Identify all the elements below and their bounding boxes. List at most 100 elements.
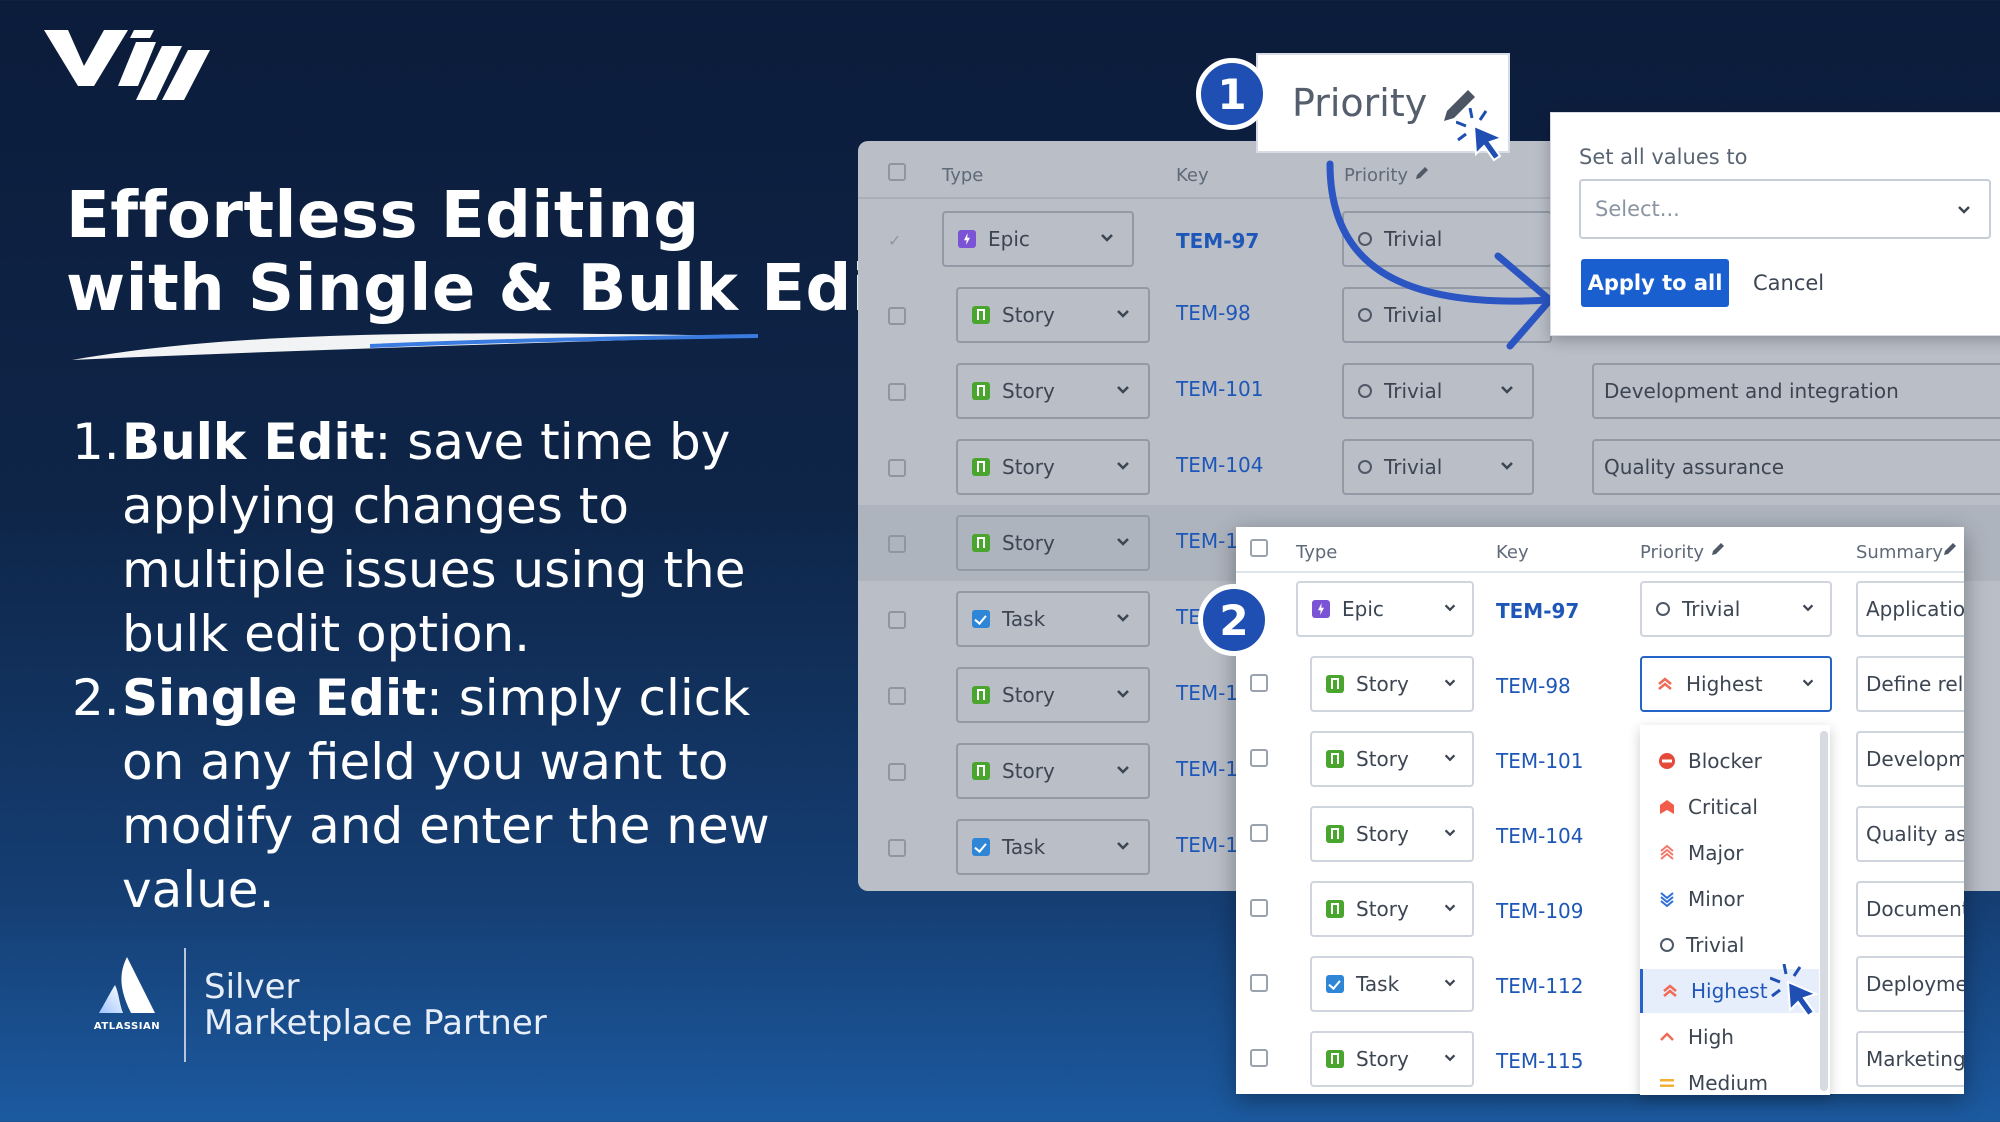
- issue-key-link[interactable]: TEM-101: [1496, 749, 1584, 773]
- row-checkbox[interactable]: [1250, 674, 1268, 692]
- priority-option-medium[interactable]: Medium: [1640, 1061, 1816, 1095]
- vij-logo: [44, 30, 210, 100]
- summary-field[interactable]: Marketing: [1856, 1031, 1964, 1087]
- story-icon: [972, 382, 990, 400]
- issue-key-link[interactable]: TEM-104: [1496, 824, 1584, 848]
- type-select[interactable]: Story: [1310, 806, 1474, 862]
- chevron-down-icon: [1117, 462, 1129, 470]
- issue-key-link[interactable]: TEM-97: [1496, 599, 1579, 623]
- chevron-down-icon: [1444, 829, 1456, 837]
- trivial-icon: [1358, 460, 1372, 474]
- priority-option-critical[interactable]: Critical: [1640, 785, 1816, 829]
- high-priority-icon: [1660, 1032, 1674, 1041]
- issue-key-link[interactable]: TEM-104: [1176, 453, 1264, 477]
- row-checkbox[interactable]: [1250, 1049, 1268, 1067]
- row-checkbox[interactable]: [888, 763, 906, 781]
- row-checkbox[interactable]: [888, 687, 906, 705]
- type-select[interactable]: Story: [956, 439, 1150, 495]
- row-checkbox[interactable]: [888, 611, 906, 629]
- priority-select[interactable]: Trivial: [1342, 363, 1534, 419]
- row-checkbox[interactable]: [888, 535, 906, 553]
- row-checkbox[interactable]: [888, 383, 906, 401]
- chevron-down-icon: [1117, 386, 1129, 394]
- issue-key-link[interactable]: TEM-97: [1176, 229, 1259, 253]
- feature-list: 1. Bulk Edit: save time by applying chan…: [72, 410, 792, 922]
- issue-key-link[interactable]: TEM-101: [1176, 377, 1264, 401]
- row-checkbox[interactable]: [888, 307, 906, 325]
- issue-key-link[interactable]: TEM-109: [1496, 899, 1584, 923]
- summary-field[interactable]: Document: [1856, 881, 1964, 937]
- issue-key-link[interactable]: TEM-115: [1496, 1049, 1584, 1073]
- type-select[interactable]: Task: [956, 819, 1150, 875]
- type-select[interactable]: Story: [956, 743, 1150, 799]
- trivial-icon: [1656, 602, 1670, 616]
- chevron-down-icon: [1117, 538, 1129, 546]
- table-row: Story TEM-98 Highest Define relea: [1236, 652, 1964, 727]
- issue-key-link[interactable]: TEM-98: [1176, 301, 1251, 325]
- type-select[interactable]: Task: [1310, 956, 1474, 1012]
- epic-icon: [958, 230, 976, 248]
- type-select[interactable]: Story: [1310, 881, 1474, 937]
- trivial-icon: [1660, 938, 1674, 952]
- apply-to-all-button[interactable]: Apply to all: [1581, 259, 1729, 307]
- type-select[interactable]: Story: [1310, 1031, 1474, 1087]
- summary-field[interactable]: Quality ass: [1856, 806, 1964, 862]
- chevron-down-icon: [1802, 604, 1814, 612]
- type-select[interactable]: Epic: [1296, 581, 1474, 637]
- issue-key-link[interactable]: TEM-1: [1176, 681, 1238, 705]
- issue-key-link[interactable]: TEM-1: [1176, 757, 1238, 781]
- summary-field[interactable]: Development and integration: [1592, 363, 2000, 419]
- priority-select[interactable]: Trivial: [1342, 439, 1534, 495]
- type-select[interactable]: Story: [956, 287, 1150, 343]
- type-select[interactable]: Task: [956, 591, 1150, 647]
- issue-key-link[interactable]: TEM-1: [1176, 529, 1238, 553]
- row-checkbox[interactable]: [1250, 824, 1268, 842]
- row-checkbox[interactable]: [888, 839, 906, 857]
- dropdown-scrollbar[interactable]: [1820, 731, 1828, 1091]
- row-checkbox[interactable]: [1250, 974, 1268, 992]
- type-select[interactable]: Story: [956, 363, 1150, 419]
- summary-field[interactable]: Developme: [1856, 731, 1964, 787]
- edit-pencil-icon[interactable]: [1710, 541, 1726, 557]
- check-icon[interactable]: ✓: [888, 231, 901, 250]
- priority-option-trivial[interactable]: Trivial: [1640, 923, 1816, 967]
- type-select[interactable]: Story: [1310, 731, 1474, 787]
- issue-key-link[interactable]: TEM-112: [1496, 974, 1584, 998]
- step-badge-1: 1: [1196, 58, 1268, 130]
- row-checkbox[interactable]: [1250, 899, 1268, 917]
- story-icon: [1326, 900, 1344, 918]
- chevron-down-icon: [1101, 234, 1113, 242]
- select-all-checkbox[interactable]: [888, 163, 906, 181]
- priority-option-minor[interactable]: Minor: [1640, 877, 1816, 921]
- type-select[interactable]: Epic: [942, 211, 1134, 267]
- type-select[interactable]: Story: [956, 515, 1150, 571]
- cancel-button[interactable]: Cancel: [1753, 259, 1824, 307]
- atlassian-logo: ATLASSIAN: [92, 955, 162, 1055]
- major-icon: [1660, 844, 1674, 860]
- issue-key-link[interactable]: TEM-98: [1496, 674, 1571, 698]
- row-checkbox[interactable]: [1250, 749, 1268, 767]
- priority-select[interactable]: Highest: [1640, 656, 1832, 712]
- task-icon: [1326, 975, 1344, 993]
- summary-field[interactable]: Deploymen: [1856, 956, 1964, 1012]
- column-header-key: Key: [1176, 165, 1209, 186]
- priority-option-blocker[interactable]: Blocker: [1640, 739, 1816, 783]
- select-all-checkbox[interactable]: [1250, 539, 1268, 557]
- issue-key-link[interactable]: TEM-1: [1176, 833, 1238, 857]
- type-select[interactable]: Story: [1310, 656, 1474, 712]
- summary-field[interactable]: Quality assurance: [1592, 439, 2000, 495]
- summary-field[interactable]: Application: [1856, 581, 1964, 637]
- summary-field[interactable]: Define relea: [1856, 656, 1964, 712]
- bulk-popup-label: Set all values to: [1579, 145, 1748, 169]
- atlassian-wordmark: ATLASSIAN: [93, 1021, 161, 1032]
- bulk-edit-title: Bulk Edit: [122, 413, 375, 471]
- type-select[interactable]: Story: [956, 667, 1150, 723]
- edit-pencil-icon[interactable]: [1942, 541, 1958, 557]
- priority-dropdown-menu: Blocker Critical Major Minor Trivial Hig…: [1640, 725, 1830, 1095]
- priority-select[interactable]: Trivial: [1640, 581, 1832, 637]
- headline-line-1: Effortless Editing: [66, 179, 700, 253]
- row-checkbox[interactable]: [888, 459, 906, 477]
- trivial-icon: [1358, 384, 1372, 398]
- bulk-value-select[interactable]: Select...: [1579, 179, 1991, 239]
- priority-option-major[interactable]: Major: [1640, 831, 1816, 875]
